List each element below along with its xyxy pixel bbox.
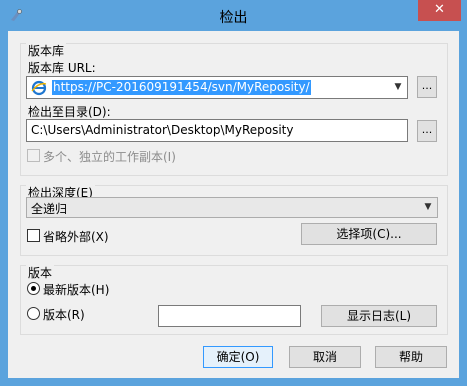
url-label: 版本库 URL: (28, 61, 96, 75)
dialog-body: 版本库 版本库 URL: https://PC-201609191454/svn… (8, 31, 459, 378)
url-combobox[interactable]: https://PC-201609191454/svn/MyReposity/ … (26, 76, 408, 99)
title-bar: 检出 ✕ (0, 0, 467, 31)
radio-selected-dot (31, 286, 36, 291)
chevron-down-icon[interactable]: ▼ (392, 81, 404, 93)
chevron-down-icon[interactable]: ▼ (422, 201, 434, 213)
independent-wc-label: 多个、独立的工作副本(I) (43, 150, 176, 164)
revision-label: 版本(R) (43, 308, 85, 322)
browse-dir-button[interactable]: ... (417, 120, 437, 142)
internet-explorer-icon (31, 80, 47, 96)
show-log-button[interactable]: 显示日志(L) (321, 305, 437, 327)
revision-group-title: 版本 (26, 264, 55, 281)
omit-externals-checkbox[interactable] (27, 229, 40, 242)
depth-select[interactable]: 全递归 ▼ (26, 197, 438, 218)
checkout-dialog: 检出 ✕ 版本库 版本库 URL: https://PC-20160919145… (0, 0, 467, 386)
checkout-dir-label: 检出至目录(D): (28, 105, 111, 119)
depth-value: 全递归 (31, 202, 68, 216)
omit-externals-label: 省略外部(X) (43, 230, 109, 244)
repository-group-title: 版本库 (26, 42, 67, 59)
help-button[interactable]: 帮助 (375, 346, 447, 368)
checkout-dir-input[interactable]: C:\Users\Administrator\Desktop\MyReposit… (26, 119, 408, 142)
window-title: 检出 (219, 10, 248, 26)
revision-input[interactable] (158, 305, 301, 327)
browse-url-button[interactable]: ... (417, 76, 437, 98)
independent-wc-checkbox[interactable] (27, 149, 40, 162)
close-button[interactable]: ✕ (418, 0, 461, 21)
url-value: https://PC-201609191454/svn/MyReposity/ (52, 80, 311, 95)
depth-group: 检出深度(E) (20, 184, 448, 256)
ok-button[interactable]: 确定(O) (203, 346, 273, 368)
head-revision-label: 最新版本(H) (43, 283, 110, 297)
cancel-button[interactable]: 取消 (289, 346, 361, 368)
head-revision-radio[interactable] (27, 282, 40, 295)
close-icon: ✕ (434, 2, 445, 17)
revision-radio[interactable] (27, 307, 40, 320)
choose-items-button[interactable]: 选择项(C)... (301, 223, 437, 245)
